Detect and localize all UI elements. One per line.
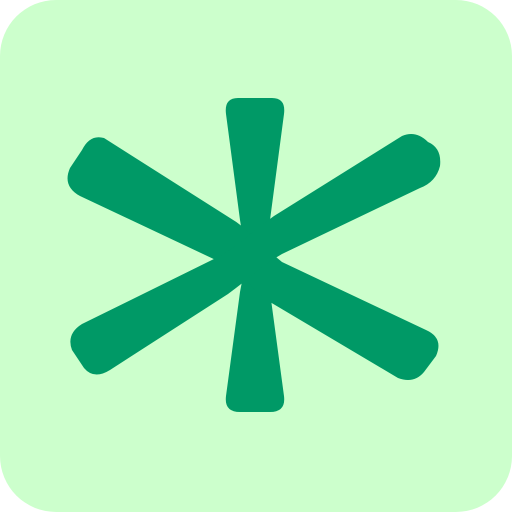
- app-icon-tile: [0, 0, 512, 512]
- asterisk-icon: [0, 0, 512, 512]
